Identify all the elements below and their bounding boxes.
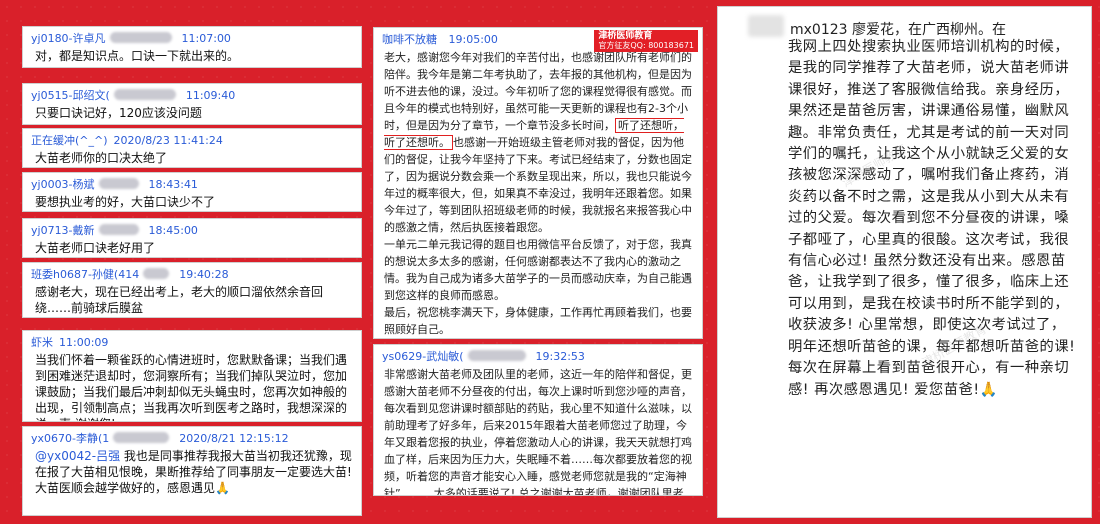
mention: @yx0042-吕强 <box>35 449 121 463</box>
message-time: 11:07:00 <box>181 32 231 45</box>
sender-name: yj0713-戴新 <box>31 224 95 237</box>
chat-message-1: yj0180-许卓凡 11:07:00 对，都是知识点。口诀一下就出来的。 <box>22 26 362 68</box>
sender-name: 虾米 <box>31 336 53 349</box>
message-time: 2020/8/23 11:41:24 <box>113 134 223 147</box>
testimonial-header: mx0123 廖爱花，在广西柳州。在 <box>790 22 1007 38</box>
message-text: 非常感谢大苗老师及团队里的老师，这近一年的陪伴和督促，更感谢大苗老师不分昼夜的付… <box>384 368 692 496</box>
message-time: 2020/8/21 12:15:12 <box>179 432 289 445</box>
letter-paragraph-1: 老大，感谢您今年对我们的辛苦付出，也感谢团队所有老师们的陪伴。我今年是第二年考执… <box>374 49 702 236</box>
paragraph-text: 也感谢一开始班级主管老师对我的督促，因为他们的督促，让我今年坚持了下来。考试已经… <box>384 136 692 234</box>
message-text: 大苗老师口诀老好用了 <box>35 241 156 255</box>
message-meta: yj0180-许卓凡 11:07:00 <box>23 27 361 46</box>
message-time: 11:00:09 <box>59 336 109 349</box>
testimonial-body: 我网上四处搜索执业医师培训机构的时候，是我的同学推荐了大苗老师，说大苗老师讲课很… <box>788 39 1076 398</box>
message-time: 19:05:00 <box>448 33 498 46</box>
avatar <box>748 15 784 37</box>
message-time: 19:40:28 <box>179 268 229 281</box>
sender-name: 咖啡不放糖 <box>382 33 437 46</box>
testimonial-panel: mx0123 廖爱花，在广西柳州。在 我网上四处搜索执业医师培训机构的时候，是我… <box>717 6 1092 518</box>
message-meta: 正在缓冲(^_^) 2020/8/23 11:41:24 <box>23 129 361 148</box>
sender-name: yj0180-许卓凡 <box>31 32 106 45</box>
sender-name: yj0003-杨斌 <box>31 178 95 191</box>
redacted-id <box>109 32 172 43</box>
chat-message-6: 班委h0687-孙健(414 19:40:28 感谢老大，现在已经出考上，老大的顺… <box>22 262 362 318</box>
redacted-id <box>467 350 526 361</box>
message-meta: yx0670-李静(1 2020/8/21 12:15:12 <box>23 427 361 446</box>
message-time: 18:45:00 <box>148 224 198 237</box>
redacted-id <box>143 268 170 279</box>
chat-message-5: yj0713-戴新 18:45:00 大苗老师口诀老好用了 <box>22 218 362 258</box>
message-time: 18:43:41 <box>148 178 198 191</box>
message-time: 19:32:53 <box>535 350 585 363</box>
chat-message-8: yx0670-李静(1 2020/8/21 12:15:12 @yx0042-吕强… <box>22 426 362 516</box>
redacted-id <box>98 178 139 189</box>
message-text: 对，都是知识点。口诀一下就出来的。 <box>35 49 240 63</box>
redacted-id <box>113 89 176 100</box>
message-text: 感谢老大，现在已经出考上，老大的顺口溜依然余音回绕……前骑球后膜盆 <box>35 285 324 315</box>
chat-message-4: yj0003-杨斌 18:43:41 要想执业考的好，大苗口诀少不了 <box>22 172 362 212</box>
message-meta: ys0629-武灿敏( 19:32:53 <box>374 345 702 366</box>
letter-paragraph-3: 最后，祝您桃李满天下，身体健康，工作再忙再顾着我们，也要照顾好自己。 <box>384 306 692 336</box>
message-meta: 虾米 11:00:09 <box>23 331 361 350</box>
message-text: 当我们怀着一颗雀跃的心情进班时，您默默备课；当我们遇到困难迷茫退却时，您洞察所有… <box>35 353 348 421</box>
message-meta: yj0003-杨斌 18:43:41 <box>23 173 361 192</box>
message-text: 要想执业考的好，大苗口诀少不了 <box>35 195 216 209</box>
feedback-message: ys0629-武灿敏( 19:32:53 非常感谢大苗老师及团队里的老师，这近一年… <box>373 344 703 496</box>
feedback-letter: 咖啡不放糖 19:05:00 津桥医师教育 官方征友QQ: 800183671 老… <box>373 27 703 339</box>
message-meta: 班委h0687-孙健(414 19:40:28 <box>23 263 361 282</box>
chat-message-7: 虾米 11:00:09 当我们怀着一颗雀跃的心情进班时，您默默备课；当我们遇到困难… <box>22 330 362 422</box>
message-meta: yj0515-邱绍文( 11:09:40 <box>23 84 361 103</box>
sender-name: 正在缓冲(^_^) <box>31 134 108 147</box>
sender-name: yx0670-李静(1 <box>31 432 110 445</box>
chat-message-2: yj0515-邱绍文( 11:09:40 只要口诀记好，120应该没问题 <box>22 83 362 125</box>
sender-name: ys0629-武灿敏( <box>382 350 464 363</box>
message-text: 大苗老师你的口决太绝了 <box>35 151 168 165</box>
redacted-id <box>113 432 170 443</box>
sender-name: 班委h0687-孙健(414 <box>31 268 140 281</box>
letter-paragraph-2: 一单元二单元我记得的题目也用微信平台反馈了，对于您，我真的想说太多太多的感谢，任… <box>384 238 692 302</box>
message-meta: yj0713-戴新 18:45:00 <box>23 219 361 238</box>
message-text: 只要口诀记好，120应该没问题 <box>35 106 202 120</box>
message-time: 11:09:40 <box>185 89 236 102</box>
badge-title: 津桥医师教育 <box>598 31 653 41</box>
brand-badge: 津桥医师教育 官方征友QQ: 800183671 <box>594 30 698 52</box>
sender-name: yj0515-邱绍文( <box>31 89 110 102</box>
chat-message-3: 正在缓冲(^_^) 2020/8/23 11:41:24 大苗老师你的口决太绝了 <box>22 128 362 168</box>
badge-sub: 官方征友QQ: 800183671 <box>598 41 694 50</box>
message-text: @yx0042-吕强 我也是同事推荐我报大苗当初我还犹豫，现在报了大苗相见恨晚，… <box>23 446 361 500</box>
redacted-id <box>98 224 139 235</box>
